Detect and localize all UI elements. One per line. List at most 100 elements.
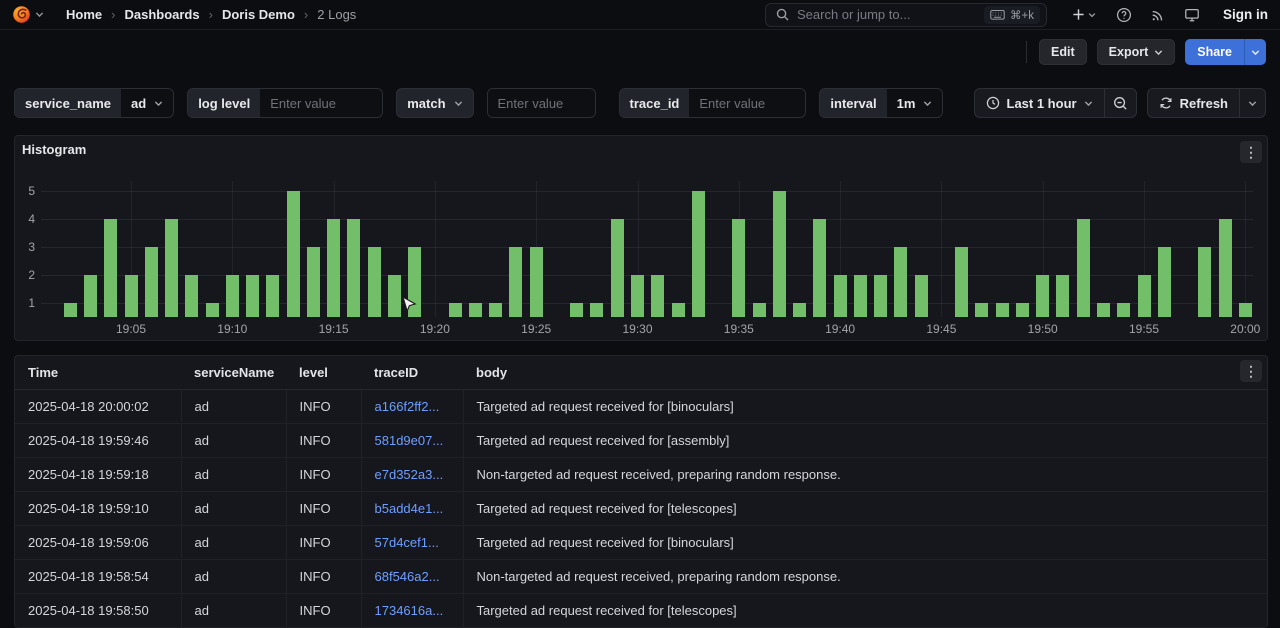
x-axis-tick-label: 19:10: [202, 322, 262, 336]
body-cell: Targeted ad request received for [telesc…: [463, 491, 1267, 525]
log-level-label: log level: [188, 89, 260, 117]
y-gridline: [41, 191, 1253, 192]
histogram-bar: [145, 247, 158, 317]
refresh-button[interactable]: Refresh: [1148, 89, 1239, 117]
panel-menu-icon[interactable]: ⋮: [1240, 360, 1262, 382]
histogram-bar: [408, 247, 421, 317]
histogram-bar: [611, 219, 624, 317]
trace-id-link[interactable]: e7d352a3...: [375, 467, 444, 482]
trace-cell: 68f546a2...: [361, 559, 463, 593]
column-header-servicename[interactable]: serviceName: [181, 356, 286, 389]
histogram-bar: [206, 303, 219, 317]
news-rss-icon[interactable]: [1145, 3, 1171, 27]
share-button[interactable]: Share: [1185, 39, 1244, 65]
column-header-body[interactable]: body: [463, 356, 1267, 389]
export-button[interactable]: Export: [1097, 39, 1176, 65]
trace-cell: 1734616a...: [361, 593, 463, 627]
trace-id-link[interactable]: a166f2ff2...: [375, 399, 440, 414]
time-picker-group: Last 1 hour: [974, 88, 1137, 118]
time-cell: 2025-04-18 19:58:54: [15, 559, 181, 593]
match-input[interactable]: Enter value: [488, 89, 595, 117]
histogram-bar: [692, 191, 705, 317]
histogram-bar: [894, 247, 907, 317]
logs-table-panel: ⋮ TimeserviceNameleveltraceIDbody 2025-0…: [14, 355, 1268, 628]
histogram-bar: [64, 303, 77, 317]
column-header-level[interactable]: level: [286, 356, 361, 389]
refresh-interval-caret[interactable]: [1239, 89, 1265, 117]
x-axis-tick-label: 19:15: [304, 322, 364, 336]
time-cell: 2025-04-18 20:00:02: [15, 389, 181, 423]
histogram-bar: [1097, 303, 1110, 317]
log-level-input[interactable]: Enter value: [260, 89, 382, 117]
search-shortcut-hint: ⌘+k: [984, 6, 1040, 24]
histogram-bar: [388, 275, 401, 317]
org-menu[interactable]: [12, 5, 44, 24]
histogram-bar: [1077, 219, 1090, 317]
y-gridline: [41, 275, 1253, 276]
keyboard-icon: [990, 10, 1005, 20]
trace-id-link[interactable]: 581d9e07...: [375, 433, 444, 448]
breadcrumb-item[interactable]: Doris Demo: [222, 7, 295, 22]
filter-bar: service_name ad log level Enter value ma…: [14, 88, 1266, 118]
org-menu-caret-icon: [35, 10, 44, 19]
clock-icon: [986, 96, 1000, 110]
histogram-bar: [854, 275, 867, 317]
top-nav: Home›Dashboards›Doris Demo›2 Logs Search…: [0, 0, 1280, 30]
breadcrumb-item[interactable]: Home: [66, 7, 102, 22]
service-cell: ad: [181, 457, 286, 491]
body-cell: Targeted ad request received for [telesc…: [463, 593, 1267, 627]
level-cell: INFO: [286, 593, 361, 627]
search-icon: [776, 8, 789, 21]
trace-id-link[interactable]: 57d4cef1...: [375, 535, 439, 550]
breadcrumb: Home›Dashboards›Doris Demo›2 Logs: [66, 7, 356, 22]
search-input[interactable]: Search or jump to... ⌘+k: [765, 3, 1047, 27]
sign-in-button[interactable]: Sign in: [1223, 7, 1268, 22]
histogram-bar: [509, 247, 522, 317]
trace-cell: 57d4cef1...: [361, 525, 463, 559]
search-placeholder: Search or jump to...: [797, 7, 976, 22]
y-axis-tick-label: 4: [15, 212, 35, 226]
time-cell: 2025-04-18 19:59:18: [15, 457, 181, 491]
histogram-plot: 1234519:0519:1019:1519:2019:2519:3019:35…: [15, 136, 1267, 340]
share-caret-button[interactable]: [1244, 39, 1266, 65]
trace-id-input[interactable]: Enter value: [689, 89, 805, 117]
chevron-down-icon: [923, 99, 932, 108]
time-range-picker[interactable]: Last 1 hour: [975, 89, 1104, 117]
interval-select[interactable]: 1m: [887, 89, 943, 117]
trace-cell: 581d9e07...: [361, 423, 463, 457]
body-cell: Targeted ad request received for [binocu…: [463, 525, 1267, 559]
breadcrumb-item[interactable]: Dashboards: [124, 7, 199, 22]
x-axis-tick-label: 19:55: [1114, 322, 1174, 336]
breadcrumb-separator-icon: ›: [111, 7, 115, 22]
histogram-bar: [732, 219, 745, 317]
histogram-bar: [874, 275, 887, 317]
histogram-bar: [266, 275, 279, 317]
histogram-bar: [631, 275, 644, 317]
monitor-icon[interactable]: [1179, 3, 1205, 27]
histogram-bar: [84, 275, 97, 317]
histogram-bar: [104, 219, 117, 317]
trace-id-link[interactable]: b5add4e1...: [375, 501, 444, 516]
service-name-select[interactable]: ad: [121, 89, 173, 117]
time-cell: 2025-04-18 19:59:46: [15, 423, 181, 457]
help-icon[interactable]: [1111, 3, 1137, 27]
x-gridline: [1245, 181, 1246, 317]
match-select[interactable]: match: [396, 88, 473, 118]
histogram-bar: [955, 247, 968, 317]
trace-cell: b5add4e1...: [361, 491, 463, 525]
new-menu-button[interactable]: [1065, 3, 1103, 27]
histogram-bar: [246, 275, 259, 317]
zoom-out-time-button[interactable]: [1104, 89, 1136, 117]
trace-id-link[interactable]: 68f546a2...: [375, 569, 440, 584]
column-header-traceid[interactable]: traceID: [361, 356, 463, 389]
logs-table: TimeserviceNameleveltraceIDbody 2025-04-…: [15, 356, 1267, 628]
share-split-button: Share: [1185, 39, 1266, 65]
level-cell: INFO: [286, 491, 361, 525]
column-header-time[interactable]: Time: [15, 356, 181, 389]
histogram-bar: [753, 303, 766, 317]
filter-log-level: log level Enter value: [187, 88, 383, 118]
y-axis-tick-label: 1: [15, 296, 35, 310]
trace-id-link[interactable]: 1734616a...: [375, 603, 444, 618]
edit-button[interactable]: Edit: [1039, 39, 1087, 65]
service-name-label: service_name: [15, 89, 121, 117]
